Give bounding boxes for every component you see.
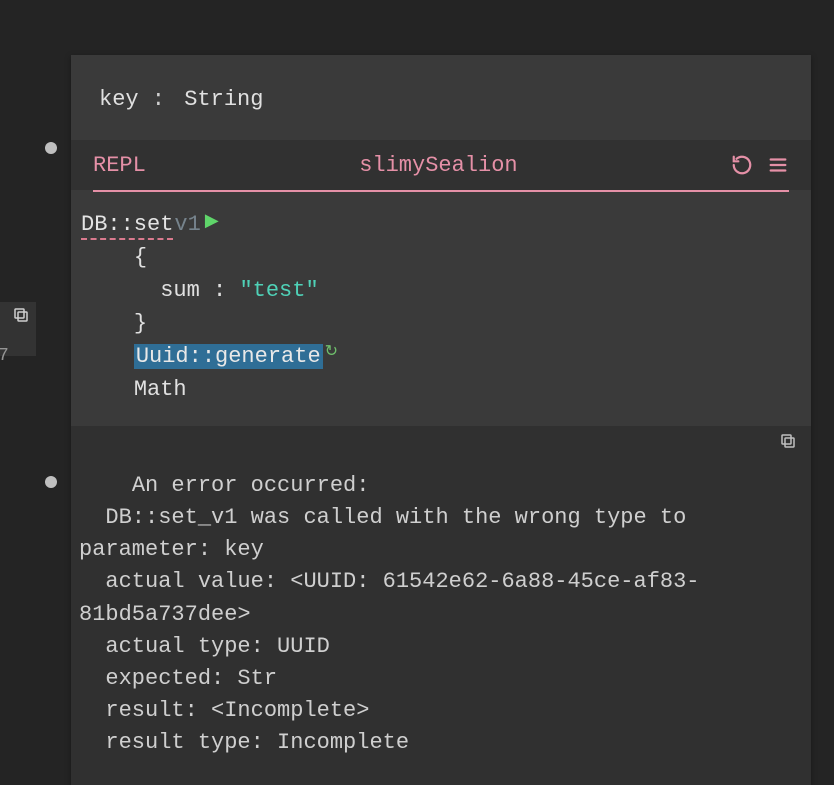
sig-type: String	[184, 87, 263, 112]
selected-function[interactable]: Uuid::generate	[134, 344, 323, 369]
gutter-marker[interactable]	[45, 142, 57, 154]
menu-icon[interactable]	[767, 154, 789, 176]
repl-header: REPL slimySealion	[71, 140, 811, 190]
editor-panel: key : String REPL slimySealion DB::setv1…	[71, 55, 811, 785]
copy-icon[interactable]	[12, 306, 30, 324]
copy-icon[interactable]	[779, 432, 797, 450]
header-underline	[93, 190, 789, 192]
indent	[81, 278, 134, 303]
type-signature: key : String	[71, 55, 811, 140]
error-line: actual value: <UUID: 61542e62-6a88-45ce-…	[79, 569, 700, 626]
sig-sep: :	[139, 87, 179, 112]
error-output: An error occurred: DB::set_v1 was called…	[71, 426, 811, 785]
indent	[81, 245, 134, 270]
record-key: sum :	[134, 278, 240, 303]
brace-close: }	[134, 311, 147, 336]
function-version: v1	[174, 212, 200, 237]
error-line: actual type: UUID	[79, 634, 330, 659]
mini-refresh-icon[interactable]: ↻	[325, 343, 338, 361]
repl-label: REPL	[93, 153, 146, 178]
brace-open: {	[134, 245, 147, 270]
truncated-char: 7	[0, 346, 9, 366]
gutter-marker[interactable]	[45, 476, 57, 488]
play-icon[interactable]: ▶	[205, 212, 219, 232]
error-line: expected: Str	[79, 666, 277, 691]
string-literal: "test"	[239, 278, 318, 303]
code-token: Math	[134, 377, 187, 402]
error-line: An error occurred:	[132, 473, 370, 498]
function-name: DB::set	[81, 212, 173, 240]
rerun-icon[interactable]	[731, 154, 753, 176]
repl-handler-name: slimySealion	[146, 153, 731, 178]
error-line: DB::set_v1 was called with the wrong typ…	[79, 505, 700, 562]
indent	[81, 311, 134, 336]
indent	[81, 344, 134, 369]
error-line: result: <Incomplete>	[79, 698, 369, 723]
indent	[81, 377, 134, 402]
code-editor[interactable]: DB::setv1▶ { sum : "test" } Uuid::genera…	[71, 194, 811, 426]
sig-param: key	[99, 87, 139, 112]
error-line: result type: Incomplete	[79, 730, 409, 755]
